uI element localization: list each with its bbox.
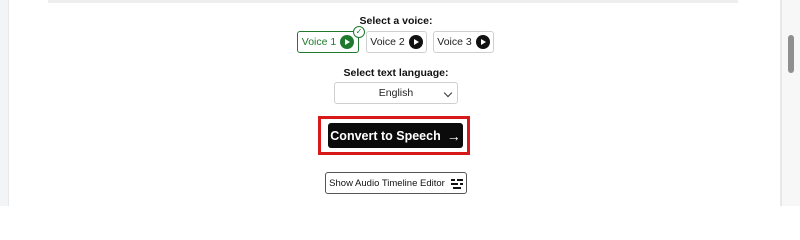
voice-2-label: Voice 2: [370, 36, 405, 48]
language-select[interactable]: English: [334, 82, 458, 104]
voice-1-label: Voice 1: [301, 36, 337, 48]
voice-2-button[interactable]: Voice 2: [366, 31, 427, 53]
play-icon[interactable]: [475, 35, 490, 49]
chevron-down-icon: [443, 88, 453, 98]
vertical-scrollbar-thumb[interactable]: [788, 35, 794, 73]
voice-section-heading: Select a voice:: [359, 15, 433, 27]
page-viewport: Select a voice: Voice 1 ✓ Voice 2 Voice …: [0, 0, 800, 206]
voice-1-button[interactable]: Voice 1: [297, 31, 359, 53]
timeline-button-label: Show Audio Timeline Editor: [329, 177, 445, 189]
convert-button-label: Convert to Speech: [330, 128, 441, 143]
play-icon[interactable]: [340, 35, 355, 49]
timeline-icon: [450, 178, 463, 189]
language-section-heading: Select text language:: [343, 67, 449, 79]
voice-3-label: Voice 3: [437, 36, 472, 48]
check-icon: ✓: [353, 26, 365, 38]
arrow-right-icon: →: [446, 127, 461, 144]
convert-to-speech-button[interactable]: Convert to Speech →: [328, 123, 463, 148]
voice-3-button[interactable]: Voice 3: [433, 31, 494, 53]
play-icon[interactable]: [408, 35, 423, 49]
language-selected-value: English: [378, 87, 414, 99]
vertical-scrollbar-track[interactable]: [781, 0, 800, 206]
top-divider: [48, 0, 738, 3]
show-audio-timeline-editor-button[interactable]: Show Audio Timeline Editor: [325, 172, 467, 194]
